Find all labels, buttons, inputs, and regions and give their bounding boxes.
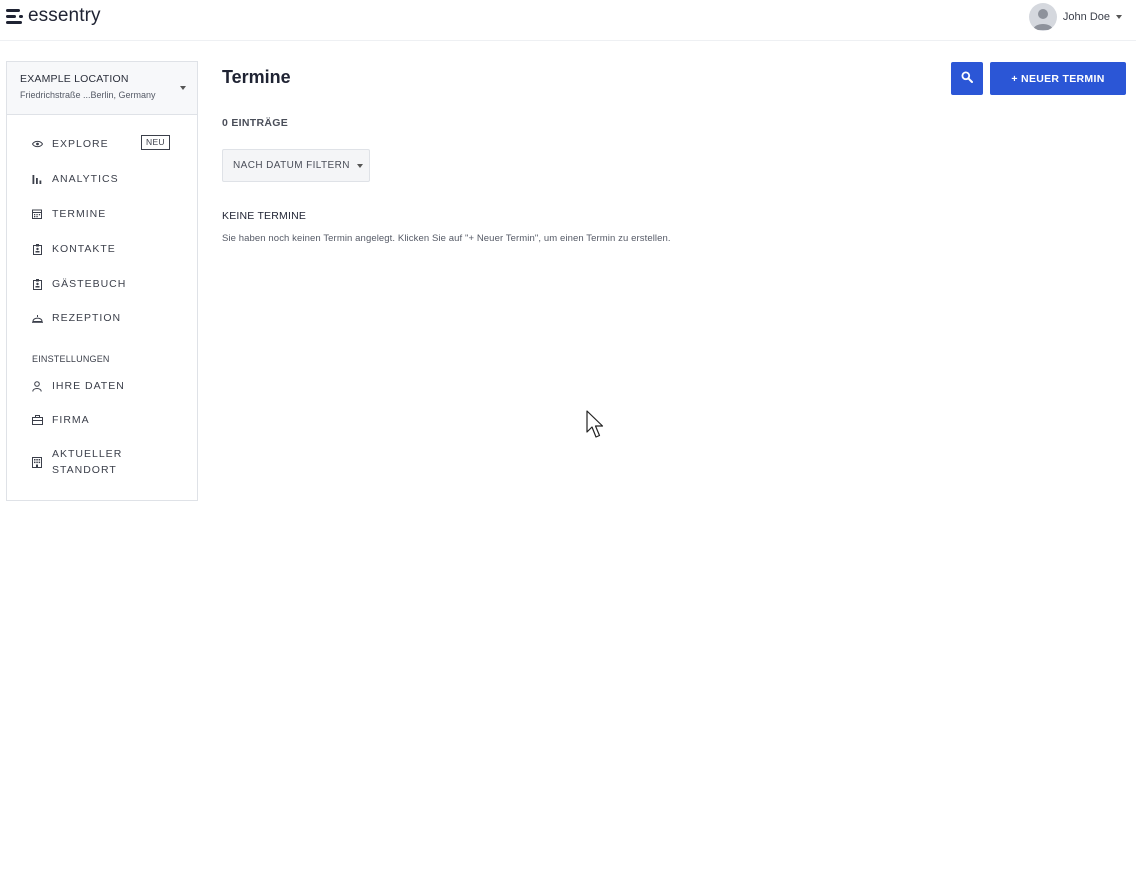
calendar-icon xyxy=(31,208,43,220)
sidebar-item-gaestebuch[interactable]: GÄSTEBUCH xyxy=(7,273,197,295)
empty-state-text: Sie haben noch keinen Termin angelegt. K… xyxy=(222,233,671,244)
reception-bell-icon xyxy=(31,312,43,324)
logo-text: essentry xyxy=(28,5,101,26)
empty-state-title: KEINE TERMINE xyxy=(222,210,307,222)
sidebar: EXAMPLE LOCATION Friedrichstraße ...Berl… xyxy=(6,61,198,501)
sidebar-item-label-line1: AKTUELLER xyxy=(52,448,123,460)
date-filter-label: NACH DATUM FILTERN xyxy=(233,160,350,171)
new-appointment-button[interactable]: + NEUER TERMIN xyxy=(990,62,1126,95)
sidebar-item-firma[interactable]: FIRMA xyxy=(7,409,197,431)
guestbook-icon xyxy=(31,278,43,290)
sidebar-item-label: ANALYTICS xyxy=(52,172,119,185)
search-button[interactable] xyxy=(951,62,983,95)
briefcase-icon xyxy=(31,414,43,426)
sidebar-item-analytics[interactable]: ANALYTICS xyxy=(7,168,197,190)
sidebar-item-rezeption[interactable]: REZEPTION xyxy=(7,307,197,329)
chevron-down-icon xyxy=(356,163,363,168)
new-badge: NEU xyxy=(141,135,170,150)
eye-icon xyxy=(31,138,43,150)
sidebar-item-label: IHRE DATEN xyxy=(52,379,125,392)
chevron-down-icon xyxy=(1116,15,1122,19)
logo[interactable]: essentry xyxy=(6,5,101,27)
date-filter-dropdown[interactable]: NACH DATUM FILTERN xyxy=(222,149,370,182)
entries-count: 0 EINTRÄGE xyxy=(222,117,289,129)
sidebar-item-explore[interactable]: EXPLORE NEU xyxy=(7,133,197,155)
page-title: Termine xyxy=(222,67,291,87)
person-icon xyxy=(31,380,43,392)
location-address: Friedrichstraße ...Berlin, Germany xyxy=(20,90,156,100)
sidebar-item-termine[interactable]: TERMINE xyxy=(7,203,197,225)
sidebar-item-label: EXPLORE xyxy=(52,137,109,150)
search-icon xyxy=(961,71,973,86)
sidebar-item-aktueller-standort[interactable]: AKTUELLER STANDORT xyxy=(7,445,197,479)
location-selector[interactable]: EXAMPLE LOCATION Friedrichstraße ...Berl… xyxy=(7,62,197,115)
contact-badge-icon xyxy=(31,243,43,255)
location-name: EXAMPLE LOCATION xyxy=(20,73,129,85)
sidebar-item-label: TERMINE xyxy=(52,207,107,220)
sidebar-item-ihre-daten[interactable]: IHRE DATEN xyxy=(7,375,197,397)
chevron-down-icon xyxy=(180,86,186,90)
top-bar: essentry John Doe xyxy=(0,0,1136,41)
bar-chart-icon xyxy=(31,173,43,185)
logo-mark-icon xyxy=(6,7,26,25)
sidebar-item-label: FIRMA xyxy=(52,413,90,426)
avatar xyxy=(1028,3,1057,31)
sidebar-item-label-line2: STANDORT xyxy=(52,464,117,476)
building-icon xyxy=(31,456,43,468)
settings-section-label: EINSTELLUNGEN xyxy=(32,354,110,364)
sidebar-item-label: KONTAKTE xyxy=(52,242,116,255)
sidebar-item-kontakte[interactable]: KONTAKTE xyxy=(7,238,197,260)
user-name: John Doe xyxy=(1062,11,1110,23)
sidebar-item-label: REZEPTION xyxy=(52,311,122,324)
sidebar-item-label: GÄSTEBUCH xyxy=(52,277,127,290)
mouse-cursor-icon xyxy=(586,410,606,445)
user-menu[interactable]: John Doe xyxy=(1028,2,1122,32)
